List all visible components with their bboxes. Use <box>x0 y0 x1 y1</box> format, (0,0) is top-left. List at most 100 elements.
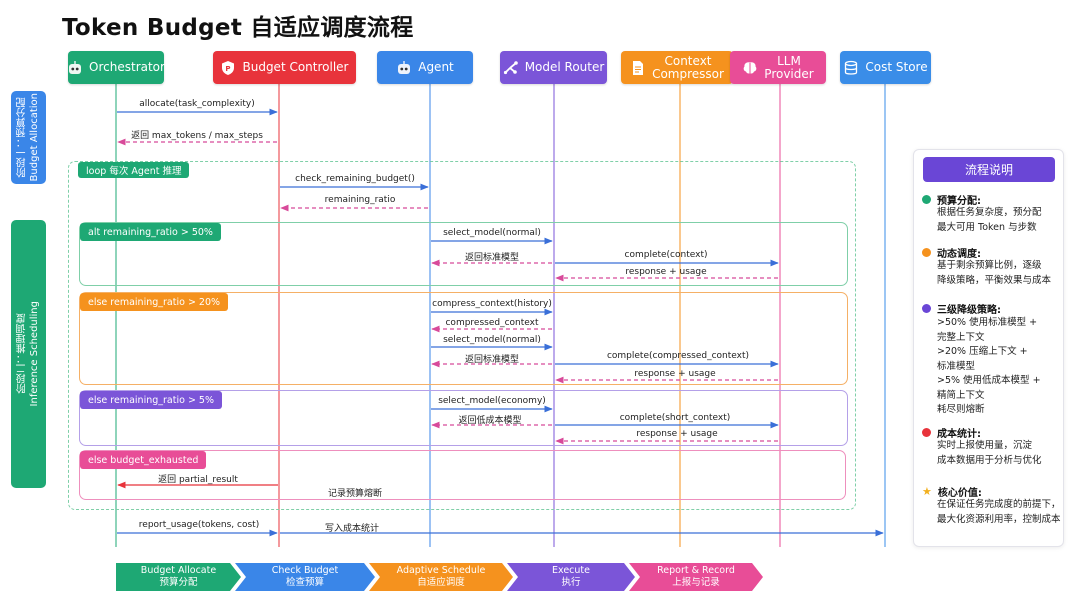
panel-section-text: 根据任务复杂度，预分配 最大可用 Token 与步数 <box>937 206 1062 235</box>
msg-return-std-1: 返回标准模型 <box>464 253 520 263</box>
panel-section-text: >50% 使用标准模型 + 完整上下文 >20% 压缩上下文 + 标准模型 >5… <box>937 316 1062 418</box>
step-adaptive-schedule: Adaptive Schedule 自适应调度 <box>369 563 513 591</box>
actor-label: Agent <box>418 60 454 74</box>
actor-label: Budget Controller <box>242 60 349 74</box>
actor-budget-controller: P Budget Controller <box>213 51 356 84</box>
else-tag-5: else remaining_ratio > 5% <box>80 391 222 409</box>
step-label-zh: 自适应调度 <box>417 577 465 588</box>
section-head-label: 成本统计: <box>937 429 981 440</box>
msg-remaining-ratio: remaining_ratio <box>324 195 396 205</box>
step-label-zh: 检查预算 <box>285 577 324 588</box>
section-line: 精简上下文 <box>937 389 985 401</box>
actor-label: Orchestrator <box>89 60 165 74</box>
actor-label: LLM Provider <box>764 53 814 81</box>
msg-select-normal-2: select_model(normal) <box>443 335 541 345</box>
msg-compressed-context: compressed_context <box>445 318 539 328</box>
section-line: 实时上报使用量，沉淀 <box>937 440 1033 451</box>
section-line: 耗尽则熔断 <box>937 404 985 415</box>
shield-icon: P <box>220 60 236 76</box>
step-check-budget: Check Budget 检查预算 <box>235 563 375 591</box>
section-line: 在保证任务完成度的前提下， <box>937 499 1061 510</box>
step-execute: Execute 执行 <box>507 563 635 591</box>
actor-label: Model Router <box>524 60 605 74</box>
panel-section-text: 基于剩余预算比例，逐级 降级策略，平衡效果与成本 <box>937 259 1062 288</box>
panel-section-head: 预算分配: <box>922 192 981 207</box>
section-line: >20% 压缩上下文 + <box>937 346 1028 357</box>
section-line: >50% 使用标准模型 + <box>937 317 1038 328</box>
actor-context-compressor: Context Compressor <box>621 51 733 84</box>
msg-write-cost: 写入成本统计 <box>324 524 380 534</box>
actor-cost-store: Cost Store <box>840 51 931 84</box>
msg-return-max: 返回 max_tokens / max_steps <box>131 131 263 141</box>
alt-tag: alt remaining_ratio > 50% <box>80 223 221 241</box>
step-label-zh: 上报与记录 <box>672 577 720 588</box>
section-line: 基于剩余预算比例，逐级 <box>937 260 1042 271</box>
panel-section-text: 实时上报使用量，沉淀 成本数据用于分析与优化 <box>937 439 1062 468</box>
section-line: 最大可用 Token 与步数 <box>937 221 1037 233</box>
msg-complete-short: complete(short_context) <box>619 413 731 423</box>
status-dot <box>922 428 931 437</box>
else-tag-exhausted: else budget_exhausted <box>80 451 207 469</box>
robot-icon <box>396 60 412 76</box>
section-line: 根据任务复杂度，预分配 <box>937 207 1042 218</box>
msg-allocate: allocate(task_complexity) <box>139 99 255 109</box>
section-head-label: 动态调度: <box>937 249 981 260</box>
phase-inference-scheduling: 阶段二：推理调度 Inference Scheduling <box>11 220 46 488</box>
panel-title: 流程说明 <box>923 157 1055 182</box>
status-dot <box>922 304 931 313</box>
section-line: >5% 使用低成本模型 + <box>937 375 1041 386</box>
status-dot <box>922 195 931 204</box>
msg-return-low: 返回低成本模型 <box>458 416 522 426</box>
step-label-en: Report & Record <box>657 565 735 576</box>
phase-budget-allocation: 阶段一：预算分配 Budget Allocation <box>11 91 46 184</box>
robot-icon <box>67 60 83 76</box>
section-line: 成本数据用于分析与优化 <box>937 454 1042 466</box>
msg-select-normal-1: select_model(normal) <box>443 228 541 238</box>
panel-section-head: 三级降级策略: <box>922 301 1001 316</box>
step-label-zh: 执行 <box>561 577 581 588</box>
actor-model-router: Model Router <box>500 51 607 84</box>
msg-complete-context: complete(context) <box>624 250 708 260</box>
section-head-label: 三级降级策略: <box>937 305 1001 316</box>
panel-section-text: 在保证任务完成度的前提下， 最大化资源利用率，控制成本 <box>937 498 1062 527</box>
msg-complete-compressed: complete(compressed_context) <box>606 351 750 361</box>
brain-icon <box>742 60 758 76</box>
step-label-en: Adaptive Schedule <box>396 565 486 576</box>
panel-section-head: 动态调度: <box>922 245 981 260</box>
section-line: 降级策略，平衡效果与成本 <box>937 274 1052 286</box>
section-line: 最大化资源利用率，控制成本 <box>937 513 1061 525</box>
actor-agent: Agent <box>377 51 473 84</box>
msg-select-economy: select_model(economy) <box>438 396 546 406</box>
step-label-en: Execute <box>552 565 590 576</box>
panel-section-head: ★ 核心价值: <box>922 484 982 500</box>
actor-label: Cost Store <box>865 60 928 74</box>
msg-return-partial: 返回 partial_result <box>158 475 238 485</box>
panel-section-head: 成本统计: <box>922 425 981 440</box>
step-budget-allocate: Budget Allocate 预算分配 <box>116 563 241 591</box>
info-panel: 流程说明 预算分配: 根据任务复杂度，预分配 最大可用 Token 与步数 动态… <box>913 149 1064 547</box>
phase-label: 阶段一：预算分配 Budget Allocation <box>16 93 40 182</box>
step-report-record: Report & Record 上报与记录 <box>629 563 763 591</box>
database-icon <box>843 60 859 76</box>
section-head-label: 预算分配: <box>937 196 981 207</box>
loop-tag: loop 每次 Agent 推理 <box>78 162 190 178</box>
section-head-label: 核心价值: <box>937 488 982 499</box>
msg-response-usage-2: response + usage <box>634 369 716 379</box>
router-icon <box>503 60 519 76</box>
status-dot <box>922 248 931 257</box>
star-icon: ★ <box>922 484 932 498</box>
msg-return-std-2: 返回标准模型 <box>464 355 520 365</box>
msg-response-usage-3: response + usage <box>636 429 718 439</box>
actor-llm-provider: LLM Provider <box>730 51 826 84</box>
step-label-en: Check Budget <box>271 565 339 576</box>
phase-label: 阶段二：推理调度 Inference Scheduling <box>16 301 40 407</box>
document-icon <box>630 60 646 76</box>
step-label-en: Budget Allocate <box>140 565 217 576</box>
msg-check-budget: check_remaining_budget() <box>295 174 415 184</box>
section-line: 完整上下文 <box>937 331 985 343</box>
svg-text:P: P <box>226 65 231 73</box>
else-tag-20: else remaining_ratio > 20% <box>80 293 229 311</box>
msg-response-usage-1: response + usage <box>625 267 707 277</box>
step-label-zh: 预算分配 <box>159 577 198 588</box>
msg-report-usage: report_usage(tokens, cost) <box>138 520 260 530</box>
